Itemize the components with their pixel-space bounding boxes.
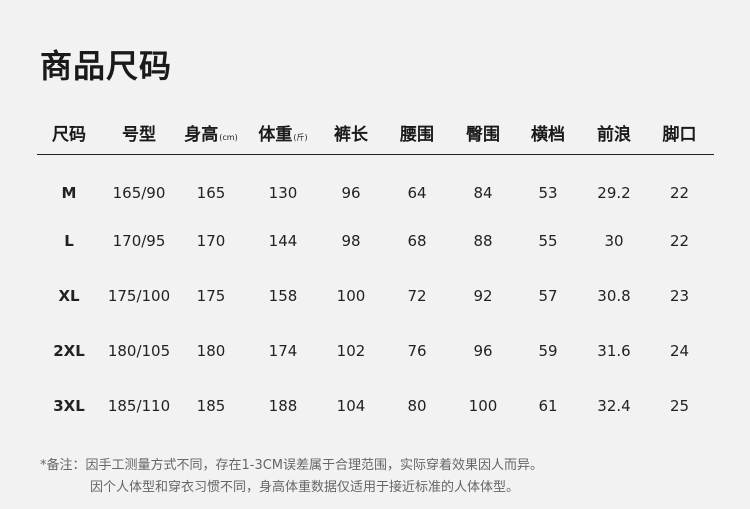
header-front-rise: 前浪 (597, 124, 631, 145)
header-height-unit: (cm) (219, 132, 238, 142)
cell-model: 185/110 (107, 397, 171, 415)
cell-weight: 188 (268, 397, 298, 415)
cell-size: 3XL (53, 397, 85, 415)
header-height: 身高(cm) (184, 124, 238, 145)
cell-model: 180/105 (107, 342, 171, 360)
cell-waist: 80 (407, 397, 427, 415)
cell-height: 165 (196, 183, 226, 202)
cell-weight: 174 (268, 342, 298, 360)
size-table: 尺码 号型 身高(cm) 体重(斤) 裤长 腰围 臀围 横档 前浪 脚口 M 1… (37, 110, 714, 440)
cell-waist: 64 (407, 183, 427, 202)
table-row: M 165/90 165 130 96 64 84 53 29.2 22 (37, 165, 714, 220)
cell-waist: 72 (407, 287, 427, 305)
header-thigh: 横档 (531, 124, 565, 145)
cell-size: M (61, 183, 77, 202)
cell-waist: 76 (407, 342, 427, 360)
header-pants-length: 裤长 (334, 124, 368, 145)
cell-leg-opening: 22 (669, 183, 690, 202)
cell-size: L (64, 232, 74, 250)
cell-weight: 130 (268, 183, 298, 202)
cell-front-rise: 31.6 (597, 342, 631, 360)
cell-height: 185 (196, 397, 226, 415)
cell-weight: 144 (268, 232, 298, 250)
cell-hip: 88 (473, 232, 493, 250)
cell-thigh: 59 (538, 342, 558, 360)
cell-leg-opening: 24 (669, 342, 690, 360)
cell-leg-opening: 25 (669, 397, 690, 415)
size-notes: *备注：因手工测量方式不同，存在1-3CM误差属于合理范围，实际穿着效果因人而异… (40, 455, 543, 499)
cell-hip: 84 (473, 183, 493, 202)
cell-model: 170/95 (112, 232, 166, 250)
table-header-row: 尺码 号型 身高(cm) 体重(斤) 裤长 腰围 臀围 横档 前浪 脚口 (37, 110, 714, 155)
cell-model: 175/100 (107, 287, 171, 305)
cell-thigh: 55 (538, 232, 558, 250)
header-waist: 腰围 (400, 124, 434, 145)
cell-front-rise: 32.4 (597, 397, 631, 415)
header-weight: 体重(斤) (258, 124, 308, 145)
cell-height: 175 (196, 287, 226, 305)
cell-thigh: 53 (538, 183, 558, 202)
cell-waist: 68 (407, 232, 427, 250)
cell-front-rise: 29.2 (597, 183, 631, 202)
cell-weight: 158 (268, 287, 298, 305)
table-row: L 170/95 170 144 98 68 88 55 30 22 (37, 220, 714, 262)
header-size: 尺码 (52, 124, 86, 145)
cell-pants-length: 96 (341, 183, 361, 202)
header-weight-unit: (斤) (293, 132, 308, 142)
cell-size: XL (58, 287, 80, 305)
cell-pants-length: 102 (336, 342, 366, 360)
cell-pants-length: 104 (336, 397, 366, 415)
note-line-1: *备注：因手工测量方式不同，存在1-3CM误差属于合理范围，实际穿着效果因人而异… (40, 458, 544, 473)
cell-thigh: 57 (538, 287, 558, 305)
cell-thigh: 61 (538, 397, 558, 415)
cell-front-rise: 30 (604, 232, 624, 250)
note-line-2: 因个人体型和穿衣习惯不同，身高体重数据仅适用于接近标准的人体体型。 (90, 480, 520, 495)
cell-leg-opening: 23 (669, 287, 690, 305)
cell-height: 170 (196, 232, 226, 250)
header-leg-opening: 脚口 (662, 124, 697, 145)
cell-size: 2XL (53, 342, 85, 360)
cell-hip: 92 (473, 287, 493, 305)
cell-pants-length: 98 (341, 232, 361, 250)
table-row: XL 175/100 175 158 100 72 92 57 30.8 23 (37, 262, 714, 330)
header-hip: 臀围 (466, 124, 500, 145)
cell-model: 165/90 (112, 183, 166, 202)
cell-height: 180 (196, 342, 226, 360)
cell-leg-opening: 22 (669, 232, 690, 250)
header-model: 号型 (122, 124, 156, 145)
table-row: 2XL 180/105 180 174 102 76 96 59 31.6 24 (37, 330, 714, 372)
table-row: 3XL 185/110 185 188 104 80 100 61 32.4 2… (37, 372, 714, 440)
cell-hip: 100 (468, 397, 498, 415)
page-title: 商品尺码 (40, 47, 173, 85)
cell-hip: 96 (473, 342, 493, 360)
cell-pants-length: 100 (336, 287, 366, 305)
cell-front-rise: 30.8 (597, 287, 631, 305)
